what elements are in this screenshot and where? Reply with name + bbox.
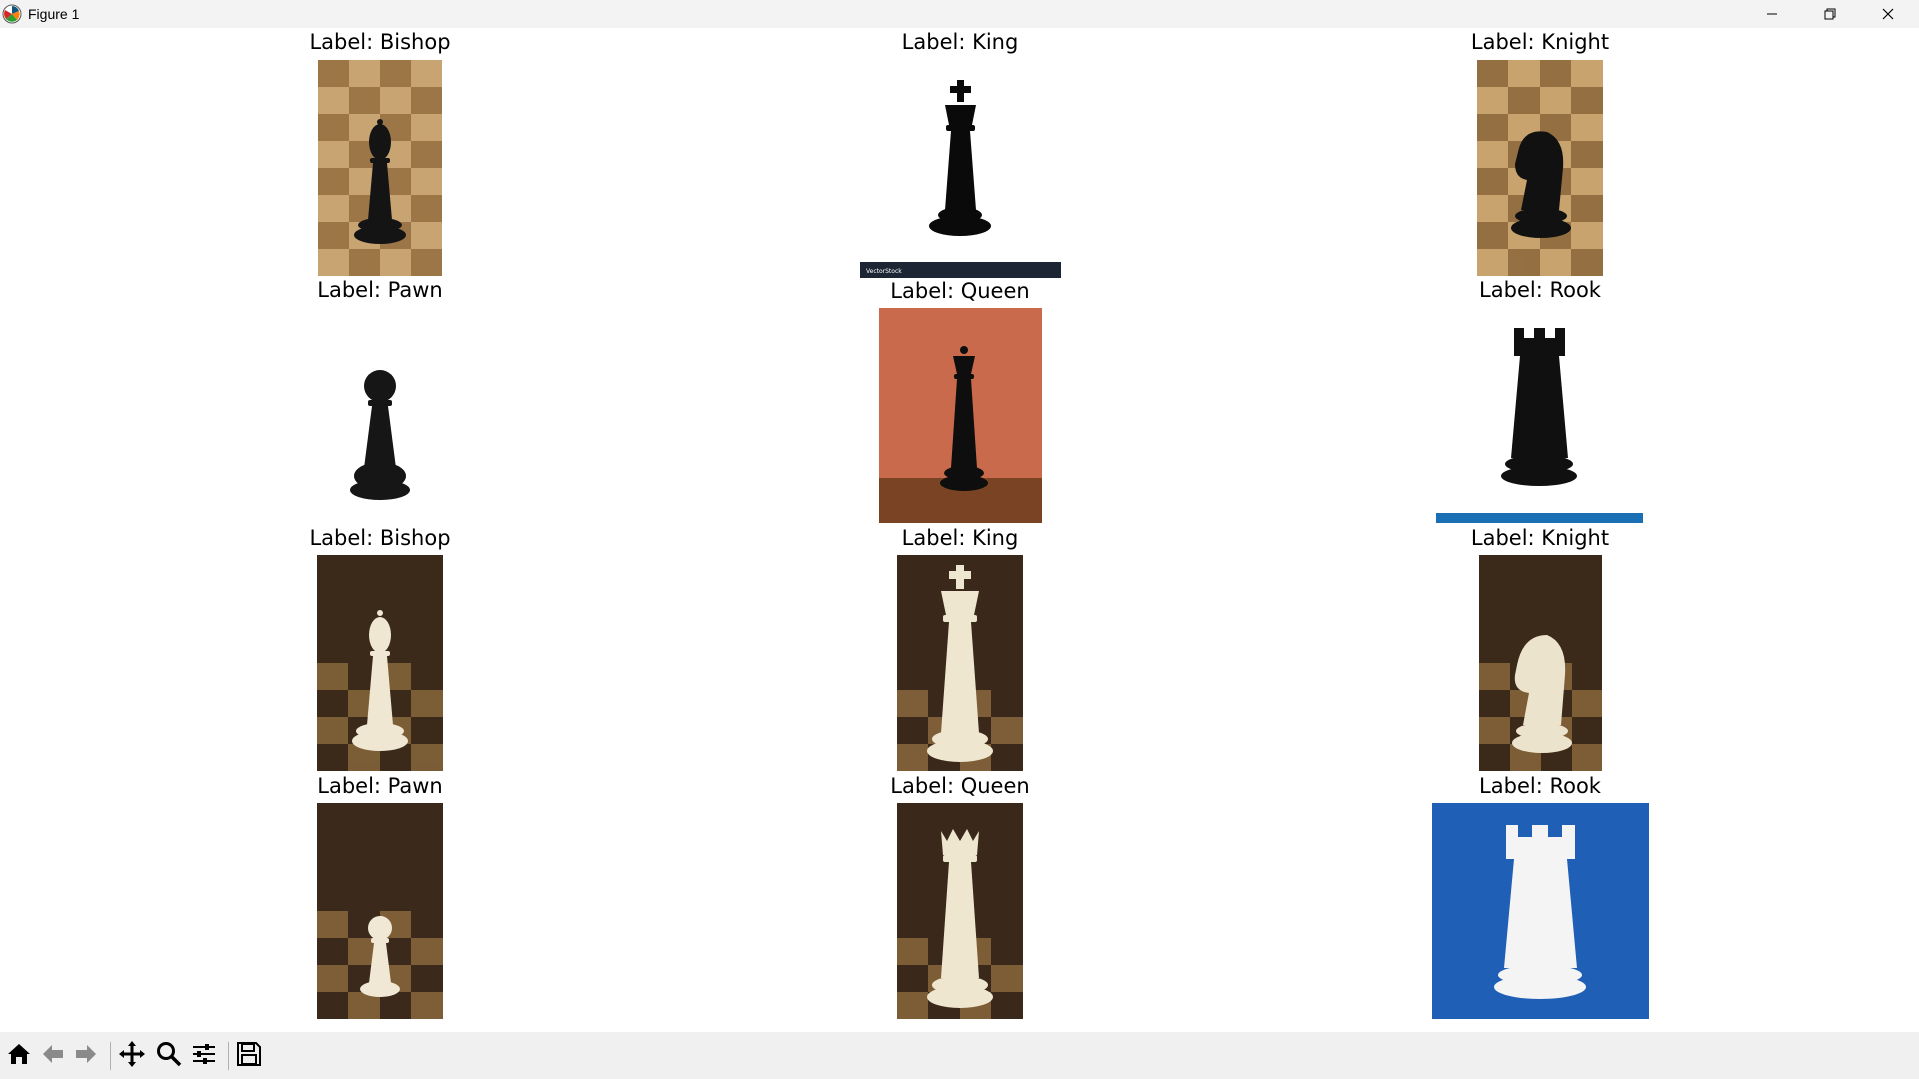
zoom-button[interactable] [153,1040,185,1072]
queen-white-image [897,803,1023,1019]
subplot-title: Label: Knight [1470,526,1610,550]
restore-button[interactable] [1802,0,1858,28]
king-white-image [897,555,1023,771]
subplot-title: Label: Bishop [309,526,451,550]
knight-black-image [1477,60,1603,276]
subplot-title: Label: Rook [1479,774,1601,798]
save-icon [236,1041,262,1071]
close-icon [1882,8,1894,20]
configure-subplots-icon [191,1041,217,1071]
forward-icon [73,1041,99,1071]
bishop-black-image [318,60,442,276]
toolbar-separator [228,1042,229,1070]
pan-button[interactable] [116,1040,148,1072]
subplot-title: Label: Rook [1479,278,1601,302]
bishop-white-image [317,555,443,771]
subplot-title: Label: Pawn [317,278,443,302]
queen-black-image [879,308,1042,523]
pawn-black-image [318,308,442,548]
subplot-title: Label: King [901,30,1019,54]
home-icon [6,1041,32,1071]
forward-button[interactable] [70,1040,102,1072]
configure-subplots-button[interactable] [188,1040,220,1072]
subplot-title: Label: Queen [890,774,1030,798]
subplot-title: Label: Queen [890,279,1030,303]
window-titlebar: Figure 1 [0,0,1919,28]
knight-white-image [1479,555,1602,771]
figure-canvas: Label: Bishop Label: King VectorStock La… [0,28,1919,1032]
restore-icon [1824,8,1836,20]
back-icon [40,1041,66,1071]
close-button[interactable] [1860,0,1916,28]
subplot-title: Label: King [901,526,1019,550]
window-title: Figure 1 [28,6,80,22]
back-button[interactable] [37,1040,69,1072]
king-black-image: VectorStock [860,60,1061,278]
rook-black-image [1436,308,1643,523]
matplotlib-app-icon [2,4,22,24]
save-button[interactable] [233,1040,265,1072]
minimize-button[interactable] [1744,0,1800,28]
minimize-icon [1766,8,1778,20]
navigation-toolbar [0,1032,1919,1079]
svg-text:VectorStock: VectorStock [866,268,902,275]
subplot-title: Label: Bishop [309,30,451,54]
subplot-title: Label: Knight [1470,30,1610,54]
subplot-title: Label: Pawn [317,774,443,798]
zoom-icon [156,1041,182,1071]
rook-white-image [1432,803,1649,1019]
home-button[interactable] [3,1040,35,1072]
toolbar-separator [110,1042,111,1070]
pan-icon [118,1040,146,1072]
pawn-white-image [317,803,443,1019]
